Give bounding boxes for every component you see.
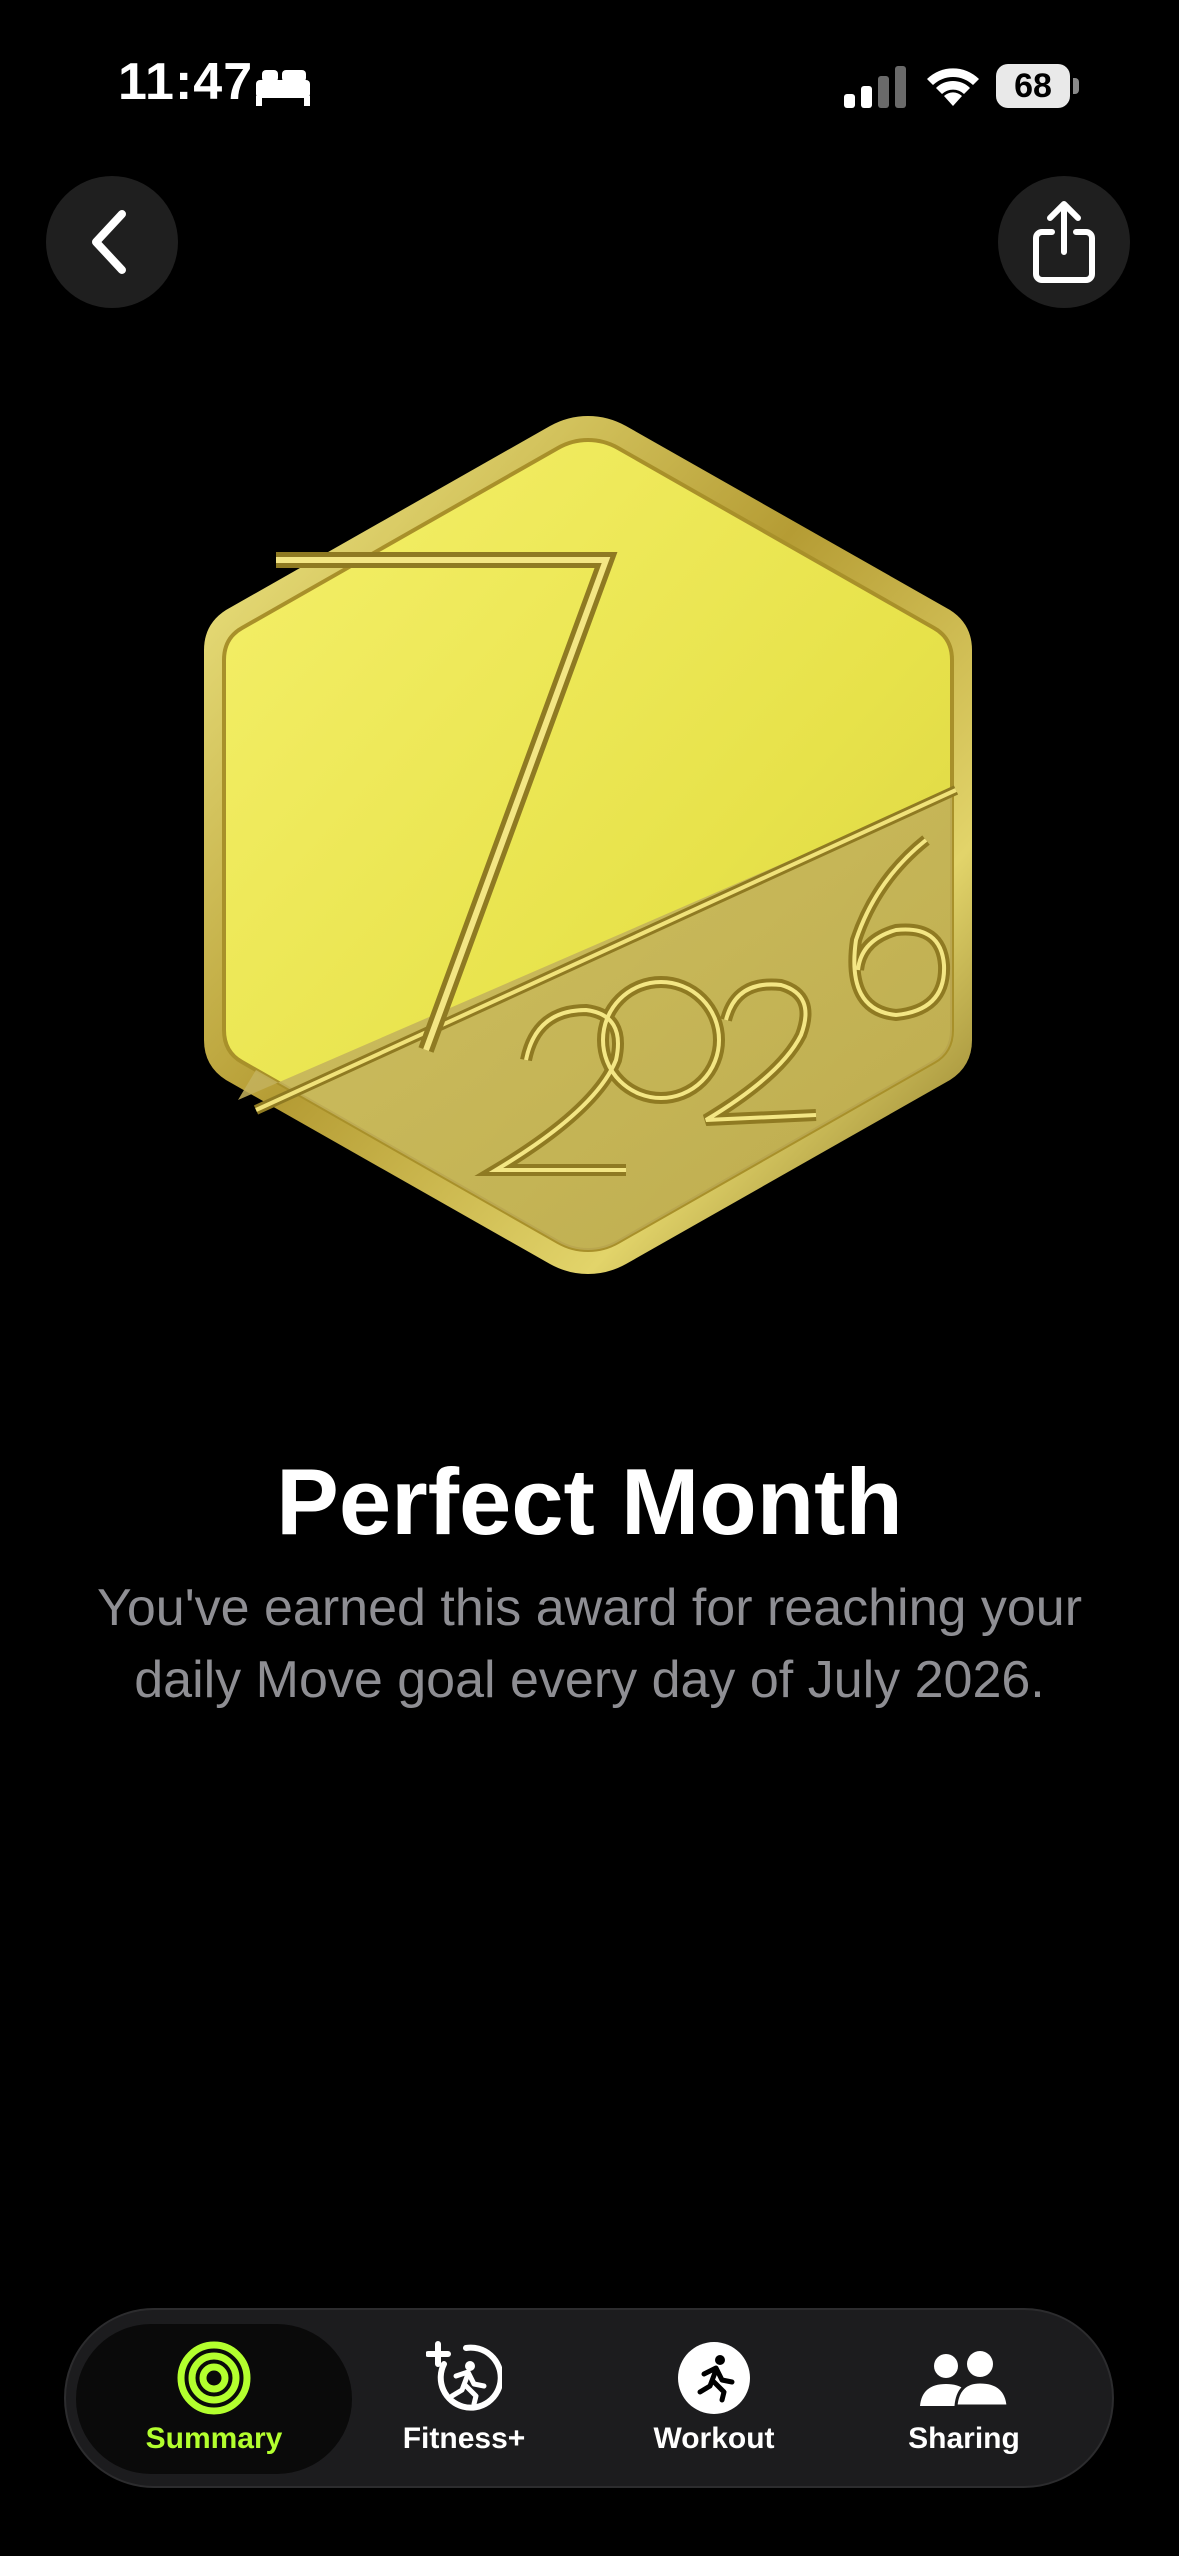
tab-sharing[interactable]: Sharing <box>826 2324 1102 2474</box>
battery-level: 68 <box>996 64 1070 108</box>
tab-label-sharing: Sharing <box>908 2422 1020 2455</box>
tab-fitness-plus[interactable]: Fitness+ <box>326 2324 602 2474</box>
perfect-month-medal <box>204 416 972 1274</box>
tab-label-summary: Summary <box>145 2422 283 2455</box>
tab-workout[interactable]: Workout <box>576 2324 852 2474</box>
wifi-icon <box>927 68 979 106</box>
share-button[interactable] <box>998 176 1130 308</box>
battery-indicator: 68 <box>996 64 1080 108</box>
fitness-plus-icon <box>426 2341 502 2411</box>
award-description: You've earned this award for reaching yo… <box>96 1579 1083 1709</box>
chevron-left-icon <box>92 210 126 274</box>
sharing-people-icon <box>920 2351 1010 2408</box>
share-icon <box>1033 201 1095 283</box>
tab-label-workout: Workout <box>653 2422 775 2455</box>
sleep-bed-icon <box>256 70 310 106</box>
tab-bar: Summary Fitness+ Workout Sharing <box>64 2308 1114 2488</box>
back-button[interactable] <box>46 176 178 308</box>
status-time: 11:47 <box>118 53 254 111</box>
tab-label-fitness-plus: Fitness+ <box>402 2422 526 2455</box>
battery-cap <box>1073 78 1079 94</box>
award-title: Perfect Month <box>276 1449 903 1554</box>
workout-runner-icon <box>678 2342 750 2414</box>
cellular-signal-icon <box>844 66 906 108</box>
activity-rings-icon <box>177 2341 251 2415</box>
tab-summary[interactable]: Summary <box>76 2324 352 2474</box>
status-bar: 11:47 68 <box>0 0 1179 170</box>
